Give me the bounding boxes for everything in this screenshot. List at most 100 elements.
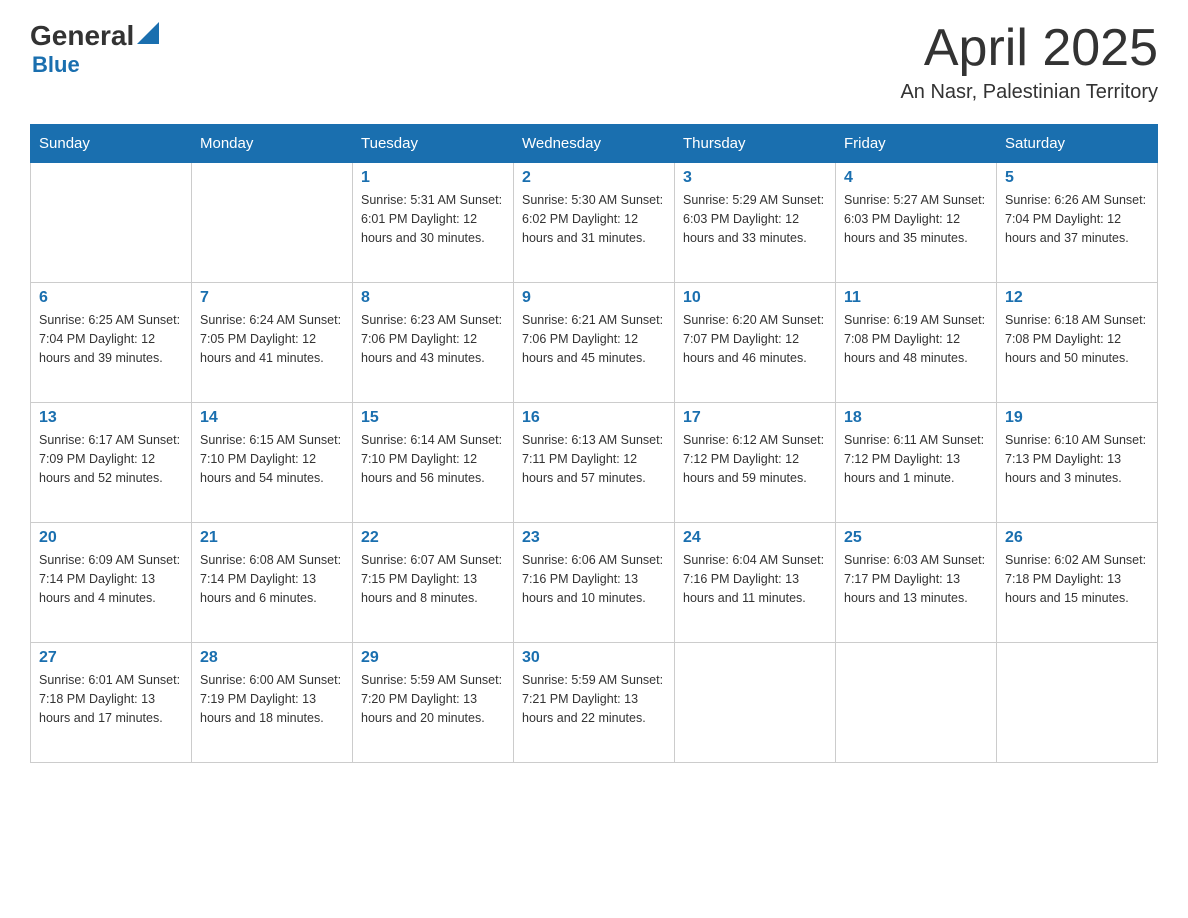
day-info: Sunrise: 6:25 AM Sunset: 7:04 PM Dayligh… (39, 311, 183, 367)
day-info: Sunrise: 6:02 AM Sunset: 7:18 PM Dayligh… (1005, 551, 1149, 607)
calendar-cell: 5Sunrise: 6:26 AM Sunset: 7:04 PM Daylig… (997, 163, 1158, 283)
calendar-cell: 14Sunrise: 6:15 AM Sunset: 7:10 PM Dayli… (192, 403, 353, 523)
day-info: Sunrise: 6:11 AM Sunset: 7:12 PM Dayligh… (844, 431, 988, 487)
day-info: Sunrise: 6:18 AM Sunset: 7:08 PM Dayligh… (1005, 311, 1149, 367)
day-number: 24 (683, 529, 827, 547)
calendar-title: April 2025 (900, 20, 1158, 77)
day-number: 20 (39, 529, 183, 547)
day-info: Sunrise: 6:26 AM Sunset: 7:04 PM Dayligh… (1005, 191, 1149, 247)
calendar-cell: 16 Sunrise: 6:13 AM Sunset: 7:11 PM Dayli… (514, 403, 675, 523)
day-info: Sunrise: 6:00 AM Sunset: 7:19 PM Dayligh… (200, 671, 344, 727)
day-info: Sunrise: 6:09 AM Sunset: 7:14 PM Dayligh… (39, 551, 183, 607)
calendar-cell: 7Sunrise: 6:24 AM Sunset: 7:05 PM Daylig… (192, 283, 353, 403)
calendar-cell: 24 Sunrise: 6:04 AM Sunset: 7:16 PM Dayli… (675, 523, 836, 643)
calendar-cell (836, 643, 997, 763)
logo: General Blue (30, 20, 159, 78)
day-number: 16 (522, 409, 666, 427)
week-row-5: 27 Sunrise: 6:01 AM Sunset: 7:18 PM Dayli… (31, 643, 1158, 763)
day-number: 22 (361, 529, 505, 547)
day-info: Sunrise: 5:29 AM Sunset: 6:03 PM Dayligh… (683, 191, 827, 247)
day-info: Sunrise: 6:12 AM Sunset: 7:12 PM Dayligh… (683, 431, 827, 487)
calendar-cell: 11 Sunrise: 6:19 AM Sunset: 7:08 PM Dayli… (836, 283, 997, 403)
day-number: 13 (39, 409, 183, 427)
day-info: Sunrise: 6:13 AM Sunset: 7:11 PM Dayligh… (522, 431, 666, 487)
title-section: April 2025 An Nasr, Palestinian Territor… (900, 20, 1158, 104)
day-number: 3 (683, 169, 827, 187)
calendar-cell: 6 Sunrise: 6:25 AM Sunset: 7:04 PM Daylig… (31, 283, 192, 403)
calendar-cell: 28 Sunrise: 6:00 AM Sunset: 7:19 PM Dayli… (192, 643, 353, 763)
day-number: 23 (522, 529, 666, 547)
day-number: 12 (1005, 289, 1149, 307)
day-info: Sunrise: 6:23 AM Sunset: 7:06 PM Dayligh… (361, 311, 505, 367)
week-row-4: 20 Sunrise: 6:09 AM Sunset: 7:14 PM Dayli… (31, 523, 1158, 643)
day-number: 6 (39, 289, 183, 307)
day-info: Sunrise: 5:59 AM Sunset: 7:21 PM Dayligh… (522, 671, 666, 727)
day-info: Sunrise: 6:19 AM Sunset: 7:08 PM Dayligh… (844, 311, 988, 367)
day-info: Sunrise: 6:08 AM Sunset: 7:14 PM Dayligh… (200, 551, 344, 607)
day-info: Sunrise: 6:07 AM Sunset: 7:15 PM Dayligh… (361, 551, 505, 607)
day-info: Sunrise: 6:01 AM Sunset: 7:18 PM Dayligh… (39, 671, 183, 727)
calendar-table: SundayMondayTuesdayWednesdayThursdayFrid… (30, 124, 1158, 763)
day-number: 2 (522, 169, 666, 187)
day-number: 25 (844, 529, 988, 547)
calendar-subtitle: An Nasr, Palestinian Territory (900, 81, 1158, 104)
day-info: Sunrise: 5:59 AM Sunset: 7:20 PM Dayligh… (361, 671, 505, 727)
day-header-sunday: Sunday (31, 125, 192, 163)
day-header-tuesday: Tuesday (353, 125, 514, 163)
day-number: 1 (361, 169, 505, 187)
logo-blue: Blue (32, 52, 159, 78)
day-info: Sunrise: 6:15 AM Sunset: 7:10 PM Dayligh… (200, 431, 344, 487)
day-header-thursday: Thursday (675, 125, 836, 163)
day-number: 8 (361, 289, 505, 307)
calendar-cell (997, 643, 1158, 763)
calendar-cell: 4 Sunrise: 5:27 AM Sunset: 6:03 PM Daylig… (836, 163, 997, 283)
day-number: 4 (844, 169, 988, 187)
day-number: 15 (361, 409, 505, 427)
week-row-3: 13Sunrise: 6:17 AM Sunset: 7:09 PM Dayli… (31, 403, 1158, 523)
calendar-cell: 2 Sunrise: 5:30 AM Sunset: 6:02 PM Daylig… (514, 163, 675, 283)
day-number: 11 (844, 289, 988, 307)
day-info: Sunrise: 6:04 AM Sunset: 7:16 PM Dayligh… (683, 551, 827, 607)
day-info: Sunrise: 5:31 AM Sunset: 6:01 PM Dayligh… (361, 191, 505, 247)
day-number: 28 (200, 649, 344, 667)
calendar-cell: 20 Sunrise: 6:09 AM Sunset: 7:14 PM Dayli… (31, 523, 192, 643)
calendar-cell (675, 643, 836, 763)
calendar-cell: 25 Sunrise: 6:03 AM Sunset: 7:17 PM Dayli… (836, 523, 997, 643)
calendar-cell: 10 Sunrise: 6:20 AM Sunset: 7:07 PM Dayli… (675, 283, 836, 403)
day-info: Sunrise: 6:10 AM Sunset: 7:13 PM Dayligh… (1005, 431, 1149, 487)
day-info: Sunrise: 6:06 AM Sunset: 7:16 PM Dayligh… (522, 551, 666, 607)
calendar-cell: 3 Sunrise: 5:29 AM Sunset: 6:03 PM Daylig… (675, 163, 836, 283)
week-row-1: 1 Sunrise: 5:31 AM Sunset: 6:01 PM Daylig… (31, 163, 1158, 283)
calendar-header: SundayMondayTuesdayWednesdayThursdayFrid… (31, 125, 1158, 163)
calendar-cell: 22 Sunrise: 6:07 AM Sunset: 7:15 PM Dayli… (353, 523, 514, 643)
day-info: Sunrise: 6:21 AM Sunset: 7:06 PM Dayligh… (522, 311, 666, 367)
day-header-saturday: Saturday (997, 125, 1158, 163)
calendar-cell (192, 163, 353, 283)
day-info: Sunrise: 6:24 AM Sunset: 7:05 PM Dayligh… (200, 311, 344, 367)
day-info: Sunrise: 6:20 AM Sunset: 7:07 PM Dayligh… (683, 311, 827, 367)
day-header-wednesday: Wednesday (514, 125, 675, 163)
calendar-cell: 18Sunrise: 6:11 AM Sunset: 7:12 PM Dayli… (836, 403, 997, 523)
calendar-cell: 27 Sunrise: 6:01 AM Sunset: 7:18 PM Dayli… (31, 643, 192, 763)
day-number: 17 (683, 409, 827, 427)
day-info: Sunrise: 5:27 AM Sunset: 6:03 PM Dayligh… (844, 191, 988, 247)
day-number: 27 (39, 649, 183, 667)
calendar-cell: 29Sunrise: 5:59 AM Sunset: 7:20 PM Dayli… (353, 643, 514, 763)
calendar-cell (31, 163, 192, 283)
day-info: Sunrise: 5:30 AM Sunset: 6:02 PM Dayligh… (522, 191, 666, 247)
calendar-cell: 9Sunrise: 6:21 AM Sunset: 7:06 PM Daylig… (514, 283, 675, 403)
logo-triangle-icon (137, 22, 159, 44)
calendar-cell: 19 Sunrise: 6:10 AM Sunset: 7:13 PM Dayli… (997, 403, 1158, 523)
day-info: Sunrise: 6:03 AM Sunset: 7:17 PM Dayligh… (844, 551, 988, 607)
day-header-friday: Friday (836, 125, 997, 163)
calendar-cell: 1 Sunrise: 5:31 AM Sunset: 6:01 PM Daylig… (353, 163, 514, 283)
calendar-cell: 26Sunrise: 6:02 AM Sunset: 7:18 PM Dayli… (997, 523, 1158, 643)
days-of-week-row: SundayMondayTuesdayWednesdayThursdayFrid… (31, 125, 1158, 163)
calendar-body: 1 Sunrise: 5:31 AM Sunset: 6:01 PM Daylig… (31, 163, 1158, 763)
logo-general: General (30, 20, 134, 52)
calendar-cell: 12 Sunrise: 6:18 AM Sunset: 7:08 PM Dayli… (997, 283, 1158, 403)
calendar-cell: 23 Sunrise: 6:06 AM Sunset: 7:16 PM Dayli… (514, 523, 675, 643)
calendar-cell: 15Sunrise: 6:14 AM Sunset: 7:10 PM Dayli… (353, 403, 514, 523)
day-number: 19 (1005, 409, 1149, 427)
day-number: 10 (683, 289, 827, 307)
